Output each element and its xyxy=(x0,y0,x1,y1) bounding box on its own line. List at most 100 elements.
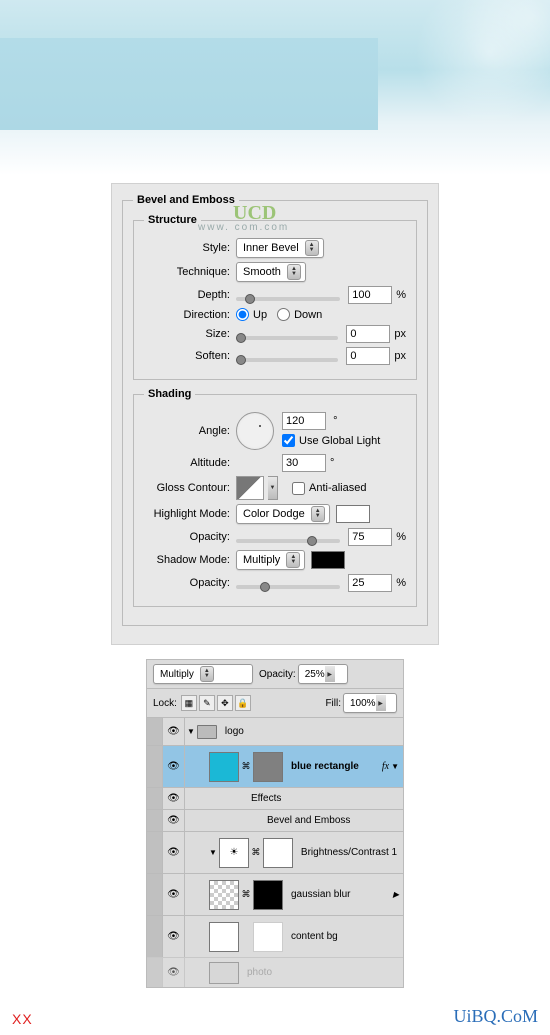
visibility-toggle[interactable]: 👁 xyxy=(163,874,185,915)
layer-row[interactable]: 👁 content bg xyxy=(147,915,403,957)
lock-label: Lock: xyxy=(153,698,177,709)
visibility-toggle[interactable]: 👁 xyxy=(163,832,185,873)
size-input[interactable] xyxy=(346,325,390,343)
depth-label: Depth: xyxy=(144,289,236,301)
shadow-opacity-slider[interactable] xyxy=(236,585,340,589)
depth-input[interactable] xyxy=(348,286,392,304)
layer-thumbnail xyxy=(209,752,239,782)
size-slider[interactable] xyxy=(236,336,338,340)
altitude-input[interactable] xyxy=(282,454,326,472)
fx-badge[interactable]: fx▼ xyxy=(382,761,403,772)
layer-row-group[interactable]: 👁 ▼ logo xyxy=(147,717,403,745)
highlight-color-swatch[interactable] xyxy=(336,505,370,523)
direction-down-radio[interactable] xyxy=(277,308,290,321)
layer-thumbnail xyxy=(209,962,239,984)
lock-transparency-icon[interactable]: ▦ xyxy=(181,695,197,711)
fx-badge[interactable]: ▶ xyxy=(391,890,403,899)
shadow-opacity-unit: % xyxy=(396,577,406,589)
layer-thumbnail2 xyxy=(253,922,283,952)
soften-unit: px xyxy=(394,350,406,362)
layer-row[interactable]: 👁 ⌘ gaussian blur ▶ xyxy=(147,873,403,915)
technique-select[interactable]: Smooth ▲▼ xyxy=(236,262,306,282)
lock-position-icon[interactable]: ✥ xyxy=(217,695,233,711)
soften-label: Soften: xyxy=(144,350,236,362)
layer-name: photo xyxy=(241,967,403,978)
link-icon: ⌘ xyxy=(251,847,261,858)
angle-label: Angle: xyxy=(144,425,236,437)
layer-name: Brightness/Contrast 1 xyxy=(295,847,403,858)
highlight-mode-label: Highlight Mode: xyxy=(144,508,236,520)
chevron-down-icon: ▼ xyxy=(391,762,399,771)
dropdown-icon: ▲▼ xyxy=(311,506,325,522)
dropdown-icon: ▲▼ xyxy=(305,240,319,256)
layer-name: content bg xyxy=(285,931,403,942)
layer-name: Effects xyxy=(245,793,403,804)
shadow-opacity-input[interactable] xyxy=(348,574,392,592)
layer-thumbnail xyxy=(209,880,239,910)
angle-dial[interactable] xyxy=(236,412,274,450)
use-global-light-label: Use Global Light xyxy=(299,435,380,447)
eye-icon: 👁 xyxy=(167,889,180,900)
layer-row[interactable]: 👁 photo xyxy=(147,957,403,987)
bevel-emboss-group: Bevel and Emboss UCD www. com.com Struct… xyxy=(122,194,428,626)
folder-icon xyxy=(197,725,217,739)
opacity-value: 25% xyxy=(305,669,325,680)
bevel-emboss-legend: Bevel and Emboss xyxy=(133,194,239,206)
lock-pixels-icon[interactable]: ✎ xyxy=(199,695,215,711)
visibility-toggle[interactable]: 👁 xyxy=(163,788,185,809)
blend-mode-select[interactable]: Multiply ▲▼ xyxy=(153,664,253,684)
layer-row[interactable]: 👁 ▼ ☀ ⌘ Brightness/Contrast 1 xyxy=(147,831,403,873)
use-global-light-checkbox[interactable] xyxy=(282,434,295,447)
visibility-toggle[interactable]: 👁 xyxy=(163,810,185,831)
link-icon: ⌘ xyxy=(241,889,251,900)
eye-icon: 👁 xyxy=(167,847,180,858)
style-value: Inner Bevel xyxy=(243,242,299,254)
layer-name: gaussian blur xyxy=(285,889,391,900)
highlight-opacity-slider[interactable] xyxy=(236,539,340,543)
disclosure-icon[interactable]: ▼ xyxy=(209,848,217,857)
antialiased-label: Anti-aliased xyxy=(309,482,366,494)
visibility-toggle[interactable]: 👁 xyxy=(163,746,185,787)
eye-icon: 👁 xyxy=(167,726,180,737)
disclosure-icon[interactable]: ▼ xyxy=(187,727,195,736)
visibility-toggle[interactable]: 👁 xyxy=(163,916,185,957)
blend-mode-value: Multiply xyxy=(160,669,194,680)
layer-name: logo xyxy=(219,726,403,737)
highlight-opacity-input[interactable] xyxy=(348,528,392,546)
blue-rectangle-sample xyxy=(0,38,378,130)
visibility-toggle[interactable]: 👁 xyxy=(163,718,185,745)
style-select[interactable]: Inner Bevel ▲▼ xyxy=(236,238,324,258)
layer-row-selected[interactable]: 👁 ⌘ blue rectangle fx▼ xyxy=(147,745,403,787)
layer-thumbnail xyxy=(209,922,239,952)
soften-slider[interactable] xyxy=(236,358,338,362)
chevron-down-icon: ▶ xyxy=(376,695,386,711)
brightness-icon: ☀ xyxy=(229,847,238,858)
opacity-select[interactable]: 25% ▶ xyxy=(298,664,348,684)
altitude-label: Altitude: xyxy=(144,457,236,469)
direction-up-radio[interactable] xyxy=(236,308,249,321)
antialiased-checkbox[interactable] xyxy=(292,482,305,495)
shadow-mode-select[interactable]: Multiply ▲▼ xyxy=(236,550,305,570)
technique-label: Technique: xyxy=(144,266,236,278)
visibility-toggle[interactable]: 👁 xyxy=(163,958,185,987)
angle-input[interactable] xyxy=(282,412,326,430)
highlight-mode-select[interactable]: Color Dodge ▲▼ xyxy=(236,504,330,524)
hero-background xyxy=(0,0,550,175)
footer-brand: UiBQ.CoM xyxy=(453,1006,538,1027)
opacity-label: Opacity: xyxy=(259,669,296,680)
technique-value: Smooth xyxy=(243,266,281,278)
gloss-contour-dropdown[interactable]: ▼ xyxy=(268,476,278,500)
depth-slider[interactable] xyxy=(236,297,340,301)
soften-input[interactable] xyxy=(346,347,390,365)
lock-all-icon[interactable]: 🔒 xyxy=(235,695,251,711)
structure-legend: Structure xyxy=(144,214,201,226)
gloss-contour-swatch[interactable] xyxy=(236,476,264,500)
shadow-color-swatch[interactable] xyxy=(311,551,345,569)
depth-unit: % xyxy=(396,289,406,301)
layer-row-effects[interactable]: 👁 Effects xyxy=(147,787,403,809)
structure-group: Structure Style: Inner Bevel ▲▼ Techniqu… xyxy=(133,214,417,380)
shading-group: Shading Angle: ° Use Global Light Altitu xyxy=(133,388,417,607)
eye-icon: 👁 xyxy=(167,815,180,826)
layer-row-effect-item[interactable]: 👁 Bevel and Emboss xyxy=(147,809,403,831)
fill-select[interactable]: 100% ▶ xyxy=(343,693,397,713)
